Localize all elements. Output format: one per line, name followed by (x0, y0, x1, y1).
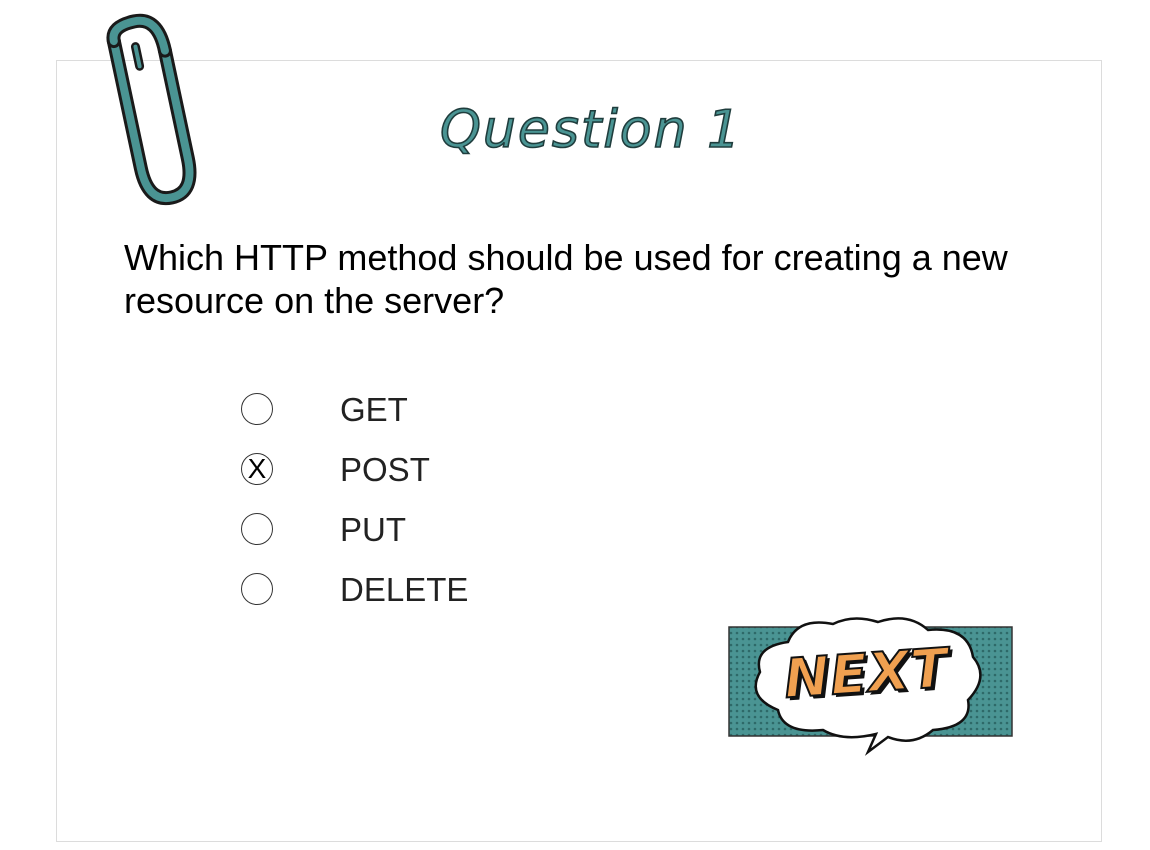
question-title: Question 1 (439, 99, 743, 161)
next-label: NEXT (781, 635, 952, 711)
radio-button[interactable] (241, 393, 273, 425)
radio-mark: X (247, 453, 267, 484)
paperclip-icon (106, 13, 197, 206)
option-label: POST (340, 451, 430, 488)
option-label: DELETE (340, 571, 469, 608)
option-get[interactable]: GET (240, 390, 540, 450)
next-button[interactable]: NEXT (728, 612, 1018, 757)
radio-button[interactable] (241, 573, 273, 605)
option-delete[interactable]: DELETE (240, 570, 540, 630)
option-put[interactable]: PUT (240, 510, 540, 570)
question-text: Which HTTP method should be used for cre… (124, 237, 1008, 321)
option-post[interactable]: X POST (240, 450, 540, 510)
radio-button[interactable] (241, 513, 273, 545)
radio-mark (242, 394, 272, 424)
radio-mark (242, 514, 272, 544)
option-label: PUT (340, 511, 406, 548)
option-label: GET (340, 391, 408, 428)
answer-options: GET X POST PUT DELETE (240, 390, 540, 630)
radio-mark (242, 574, 272, 604)
radio-button-selected[interactable]: X (241, 453, 273, 485)
